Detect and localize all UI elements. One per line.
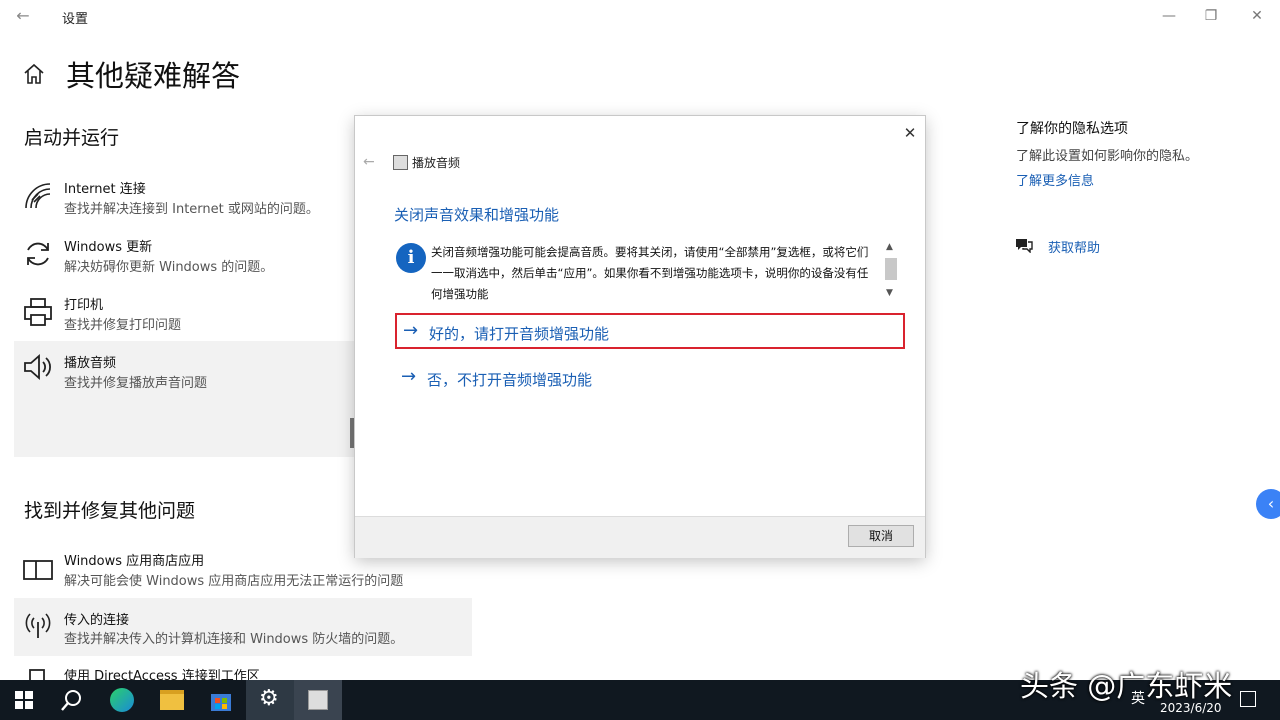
scroll-up-icon[interactable]: ▲ [886,242,893,252]
get-help-link[interactable]: 获取帮助 [1048,237,1100,256]
file-explorer-icon[interactable] [160,690,184,710]
section-heading-startup: 启动并运行 [24,127,120,149]
troubleshooter-windows-update[interactable]: Windows 更新 解决妨碍你更新 Windows 的问题。 [14,230,354,288]
home-icon[interactable] [22,62,46,86]
troubleshooter-dialog: ✕ ← 播放音频 关闭声音效果和增强功能 i 关闭音频增强功能可能会提高音质。要… [355,116,925,558]
close-window-icon[interactable]: ✕ [1240,4,1274,28]
option-label: 否，不打开音频增强功能 [427,371,593,389]
item-desc: 解决妨碍你更新 Windows 的问题。 [64,260,274,275]
restore-icon[interactable]: ❐ [1194,4,1228,28]
info-text: 关闭音频增强功能可能会提高音质。要将其关闭，请使用“全部禁用”复选框，或将它们一… [431,245,869,301]
search-icon[interactable] [61,689,83,711]
privacy-desc: 了解此设置如何影响你的隐私。 [1016,149,1199,164]
option-keep-disabled[interactable]: → 否，不打开音频增强功能 [395,361,905,397]
dialog-close-icon[interactable]: ✕ [898,121,922,145]
item-title: Windows 应用商店应用 [64,554,205,569]
option-label: 好的，请打开音频增强功能 [429,325,610,343]
info-icon: i [396,243,426,273]
speaker-icon [24,354,51,380]
learn-more-link[interactable]: 了解更多信息 [1016,170,1094,189]
arrow-right-icon: → [403,320,419,341]
gear-icon: ⚙ [259,686,279,711]
cancel-button[interactable]: 取消 [848,525,914,547]
scroll-thumb[interactable] [885,258,897,280]
item-title: Internet 连接 [64,182,146,197]
item-desc: 查找并解决连接到 Internet 或网站的问题。 [64,202,319,217]
store-app-icon [23,560,53,580]
scroll-down-icon[interactable]: ▼ [886,288,893,298]
info-scrollbar[interactable]: ▲ ▼ [883,242,899,304]
window-title: 设置 [62,12,89,27]
item-title: 传入的连接 [64,613,130,628]
printer-icon [24,298,52,326]
troubleshooter-app-icon [393,155,408,170]
minimize-icon[interactable]: — [1152,4,1186,28]
item-title: 打印机 [64,298,104,313]
troubleshooter-internet[interactable]: Internet 连接 查找并解决连接到 Internet 或网站的问题。 [14,172,354,230]
notification-icon[interactable] [1240,691,1256,707]
item-desc: 查找并解决传入的计算机连接和 Windows 防火墙的问题。 [64,632,404,647]
option-enable-enhancements[interactable]: → 好的，请打开音频增强功能 [395,313,905,349]
dialog-footer [355,516,925,558]
item-desc: 查找并修复播放声音问题 [64,376,208,391]
troubleshooter-icon [308,690,328,710]
item-desc: 解决可能会使 Windows 应用商店应用无法正常运行的问题 [64,574,404,589]
watermark: 头条 @广东虾米 [1020,669,1233,703]
troubleshooter-printer[interactable]: 打印机 查找并修复打印问题 [14,288,354,346]
troubleshooter-playing-audio[interactable]: 播放音频 查找并修复播放声音问题 [14,341,354,457]
windows-start-icon[interactable] [15,691,33,709]
back-arrow-icon[interactable]: ← [10,5,36,27]
chat-help-icon [1016,239,1033,253]
chevron-left-icon[interactable]: ‹ [1256,489,1280,519]
edge-browser-icon[interactable] [110,688,134,712]
item-title: Windows 更新 [64,240,153,255]
title-bar: ← 设置 — ❐ ✕ [0,0,1280,34]
item-title: 使用 DirectAccess 连接到工作区 [64,669,260,680]
item-title: 播放音频 [64,356,117,371]
arrow-right-icon: → [401,366,417,387]
antenna-icon [25,613,51,638]
dialog-heading: 关闭声音效果和增强功能 [394,206,560,224]
store-icon[interactable] [209,688,233,712]
dialog-app-title: 播放音频 [412,156,461,170]
troubleshooter-directaccess[interactable]: 使用 DirectAccess 连接到工作区 [14,660,454,680]
page-title: 其他疑难解答 [66,59,241,93]
item-desc: 查找并修复打印问题 [64,318,182,333]
dialog-back-arrow-icon[interactable]: ← [363,152,381,172]
troubleshooter-incoming-connections[interactable]: 传入的连接 查找并解决传入的计算机连接和 Windows 防火墙的问题。 [14,598,472,656]
privacy-title: 了解你的隐私选项 [1016,121,1128,137]
section-heading-other: 找到并修复其他问题 [24,500,196,522]
device-icon [29,669,45,680]
wifi-icon [25,183,51,209]
refresh-icon [27,242,49,266]
